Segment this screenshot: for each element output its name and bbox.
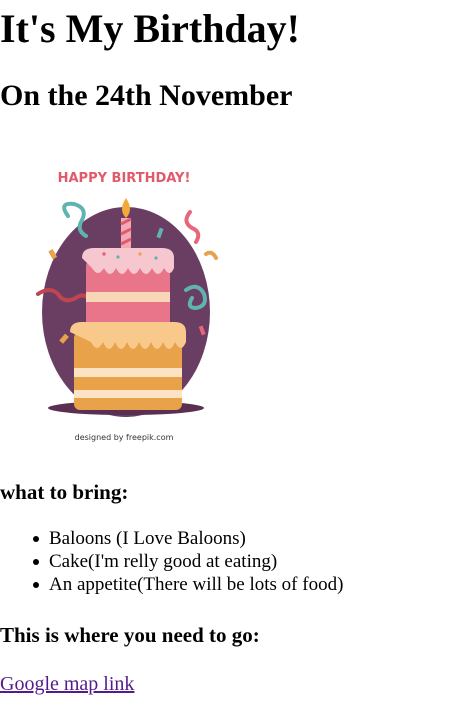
image-banner-text: HAPPY BIRTHDAY! — [58, 171, 191, 186]
confetti-streamer — [184, 210, 201, 244]
what-to-bring-heading: what to bring: — [0, 480, 129, 504]
bring-list: Baloons (I Love Baloons) Cake(I'm relly … — [0, 527, 343, 596]
birthday-cake-icon: HAPPY BIRTHDAY! designed by freepik.com — [36, 171, 218, 442]
page-subtitle: On the 24th November — [0, 79, 293, 112]
image-credit-text: designed by freepik.com — [75, 433, 174, 442]
confetti-streamer — [204, 250, 218, 260]
list-item: Baloons (I Love Baloons) — [32, 527, 343, 550]
page-title: It's My Birthday! — [0, 6, 300, 51]
birthday-cake-image: HAPPY BIRTHDAY! designed by freepik.com — [20, 150, 230, 450]
list-item: Cake(I'm relly good at eating) — [32, 550, 343, 573]
google-map-link[interactable]: Google map link — [0, 671, 134, 697]
list-item: An appetite(There will be lots of food) — [32, 574, 344, 595]
location-heading: This is where you need to go: — [0, 623, 260, 647]
page: It's My Birthday! On the 24th November H… — [0, 0, 462, 716]
